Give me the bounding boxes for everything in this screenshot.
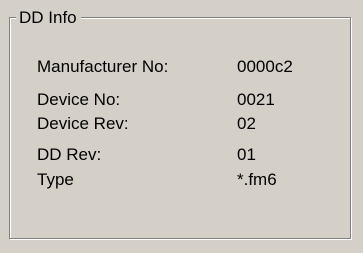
field-value: 01 — [237, 145, 256, 164]
field-label: Manufacturer No: — [37, 57, 169, 76]
groupbox-title: DD Info — [16, 8, 81, 28]
field-label: Type — [37, 170, 74, 189]
field-row-dd-rev: DD Rev: 01 — [37, 145, 256, 165]
field-row-device-rev: Device Rev: 02 — [37, 114, 256, 134]
field-value: 0000c2 — [237, 57, 293, 76]
field-row-type: Type *.fm6 — [37, 170, 277, 190]
field-label: DD Rev: — [37, 145, 102, 164]
field-value: 02 — [237, 114, 256, 133]
field-row-manufacturer-no: Manufacturer No: 0000c2 — [37, 57, 293, 77]
field-label: Device Rev: — [37, 114, 129, 133]
field-value: 0021 — [237, 90, 275, 109]
field-row-device-no: Device No: 0021 — [37, 90, 275, 110]
field-label: Device No: — [37, 90, 121, 109]
field-value: *.fm6 — [237, 170, 277, 189]
